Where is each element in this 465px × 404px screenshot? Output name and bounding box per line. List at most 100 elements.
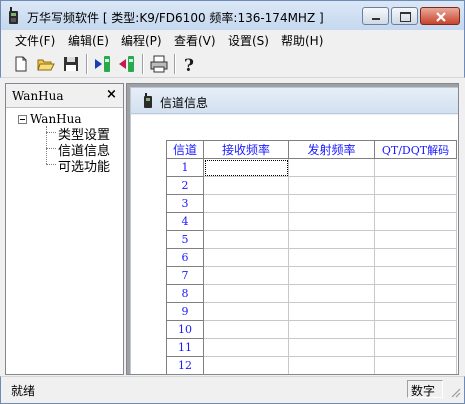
channel-number-cell[interactable]: 10 [166,320,204,339]
tx-freq-cell[interactable] [288,320,375,339]
tree-panel-title: WanHua [12,89,64,103]
qt-dqt-decode-cell[interactable] [374,230,457,249]
rx-freq-cell[interactable] [203,176,289,195]
close-icon [436,12,446,22]
column-header-qt-dqt-decode[interactable]: QT/DQT解码 [374,140,457,159]
toolbar-separator [86,54,88,74]
qt-dqt-decode-cell[interactable] [374,302,457,321]
rx-freq-cell[interactable] [203,356,289,374]
channel-number-cell[interactable]: 9 [166,302,204,321]
tree-view: WanHua 类型设置 信道信息 可选功能 [6,110,123,374]
status-bar: 就绪 数字 [0,376,465,404]
table-row[interactable]: 9 [166,302,457,321]
rx-freq-cell[interactable] [203,302,289,321]
tx-freq-cell[interactable] [288,230,375,249]
channel-grid: 信道 接收频率 发射频率 QT/DQT解码 1 2 3 4 5 6 7 8 9 10 11 12 [166,140,457,374]
qt-dqt-decode-cell[interactable] [374,266,457,285]
new-icon[interactable] [11,54,31,74]
tx-freq-cell[interactable] [288,158,375,177]
tx-freq-cell[interactable] [288,302,375,321]
resize-grip-icon[interactable] [449,386,461,398]
tx-freq-cell[interactable] [288,284,375,303]
rx-freq-cell[interactable] [203,284,289,303]
channel-number-cell[interactable]: 2 [166,176,204,195]
toolbar: ? [0,50,465,78]
tree-item-optional-features[interactable]: 可选功能 [58,156,110,175]
tree-panel-header: WanHua × [6,84,123,108]
table-row[interactable]: 1 [166,158,457,177]
table-row[interactable]: 10 [166,320,457,339]
tx-freq-cell[interactable] [288,212,375,231]
qt-dqt-decode-cell[interactable] [374,248,457,267]
table-row[interactable]: 5 [166,230,457,249]
channel-number-cell[interactable]: 11 [166,338,204,357]
table-row[interactable]: 8 [166,284,457,303]
save-icon[interactable] [61,54,81,74]
status-indicator: 数字 [411,384,436,398]
app-radio-icon [9,7,18,24]
tree-panel-close-button[interactable]: × [106,88,117,102]
rx-freq-cell[interactable] [203,230,289,249]
channel-info-window: 信道信息 信道 接收频率 发射频率 QT/DQT解码 1 2 3 4 5 6 7 8 9 10 11… [130,87,458,374]
tx-freq-cell[interactable] [288,338,375,357]
tx-freq-cell[interactable] [288,194,375,213]
qt-dqt-decode-cell[interactable] [374,194,457,213]
maximize-button[interactable] [391,7,418,25]
read-from-radio-icon[interactable] [93,54,113,74]
column-header-channel[interactable]: 信道 [166,140,204,159]
rx-freq-cell[interactable] [203,158,289,177]
channel-number-cell[interactable]: 1 [166,158,204,177]
qt-dqt-decode-cell[interactable] [374,356,457,374]
menu-bar: 文件(F) 编辑(E) 编程(P) 查看(V) 设置(S) 帮助(H) [0,30,465,50]
qt-dqt-decode-cell[interactable] [374,176,457,195]
menu-view[interactable]: 查看(V) [172,32,218,49]
child-window-title: 信道信息 [160,96,209,110]
table-row[interactable]: 4 [166,212,457,231]
minimize-button[interactable] [362,7,389,25]
channel-number-cell[interactable]: 6 [166,248,204,267]
channel-number-cell[interactable]: 4 [166,212,204,231]
qt-dqt-decode-cell[interactable] [374,212,457,231]
channel-number-cell[interactable]: 7 [166,266,204,285]
channel-number-cell[interactable]: 12 [166,356,204,374]
help-icon[interactable]: ? [179,54,199,74]
status-text: 就绪 [11,384,36,398]
radio-icon [144,93,152,108]
channel-number-cell[interactable]: 3 [166,194,204,213]
rx-freq-cell[interactable] [203,320,289,339]
rx-freq-cell[interactable] [203,248,289,267]
tree-panel: WanHua × WanHua 类型设置 信道信息 可选功能 [5,83,124,375]
menu-edit[interactable]: 编辑(E) [66,32,111,49]
column-header-tx-freq[interactable]: 发射频率 [288,140,375,159]
channel-number-cell[interactable]: 5 [166,230,204,249]
write-to-radio-icon[interactable] [117,54,137,74]
tx-freq-cell[interactable] [288,176,375,195]
table-row[interactable]: 2 [166,176,457,195]
rx-freq-cell[interactable] [203,212,289,231]
qt-dqt-decode-cell[interactable] [374,338,457,357]
column-header-rx-freq[interactable]: 接收频率 [203,140,289,159]
menu-help[interactable]: 帮助(H) [279,32,325,49]
menu-settings[interactable]: 设置(S) [226,32,271,49]
tx-freq-cell[interactable] [288,356,375,374]
table-row[interactable]: 11 [166,338,457,357]
table-row[interactable]: 7 [166,266,457,285]
tree-collapse-icon[interactable] [18,115,27,124]
table-row[interactable]: 6 [166,248,457,267]
rx-freq-cell[interactable] [203,194,289,213]
menu-file[interactable]: 文件(F) [13,32,57,49]
tx-freq-cell[interactable] [288,248,375,267]
tx-freq-cell[interactable] [288,266,375,285]
open-icon[interactable] [36,54,56,74]
close-button[interactable] [420,7,460,25]
rx-freq-cell[interactable] [203,338,289,357]
print-icon[interactable] [149,54,169,74]
menu-program[interactable]: 编程(P) [119,32,164,49]
channel-number-cell[interactable]: 8 [166,284,204,303]
qt-dqt-decode-cell[interactable] [374,284,457,303]
table-row[interactable]: 3 [166,194,457,213]
table-row[interactable]: 12 [166,356,457,374]
qt-dqt-decode-cell[interactable] [374,158,457,177]
qt-dqt-decode-cell[interactable] [374,320,457,339]
rx-freq-cell[interactable] [203,266,289,285]
